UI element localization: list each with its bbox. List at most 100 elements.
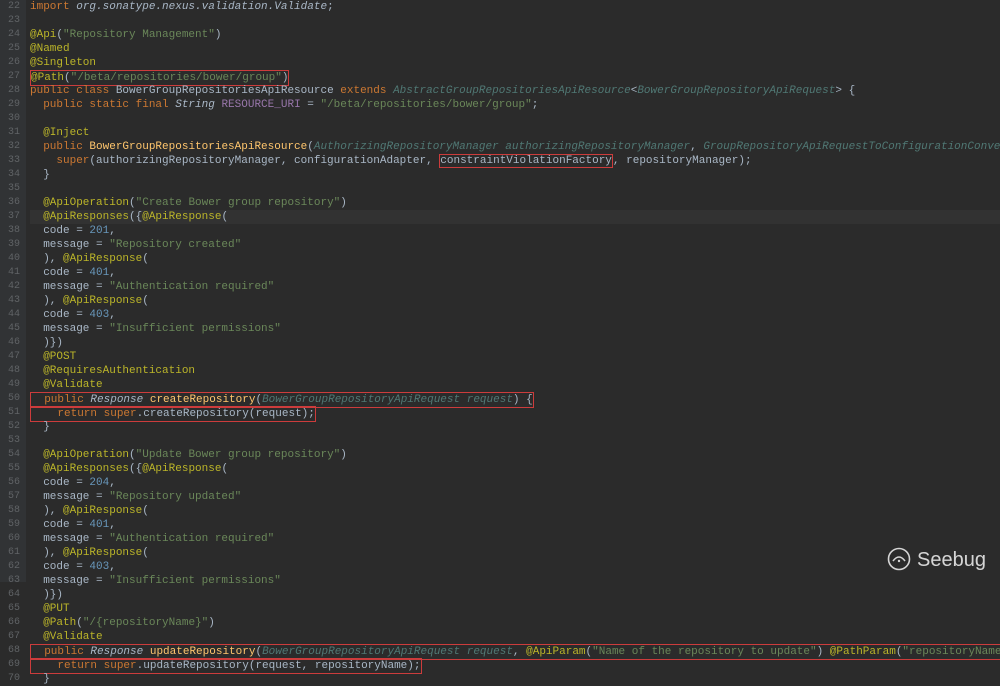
code-line: code = 403,	[30, 308, 1000, 322]
code-line	[30, 14, 1000, 28]
code-line: }	[30, 420, 1000, 434]
code-line: @PUT	[30, 602, 1000, 616]
line-number: 30	[0, 112, 20, 126]
line-number: 24	[0, 28, 20, 42]
code-line: @Singleton	[30, 56, 1000, 70]
line-number: 40	[0, 252, 20, 266]
line-number: 22	[0, 0, 20, 14]
line-number: 55	[0, 462, 20, 476]
line-number: 51	[0, 406, 20, 420]
code-line	[30, 182, 1000, 196]
line-number: 23	[0, 14, 20, 28]
line-number: 70	[0, 672, 20, 686]
code-line: @Inject	[30, 126, 1000, 140]
watermark: Seebug	[887, 547, 986, 572]
line-number: 31	[0, 126, 20, 140]
code-line: @ApiResponses({@ApiResponse(	[30, 462, 1000, 476]
code-line: message = "Authentication required"	[30, 280, 1000, 294]
line-number: 69	[0, 658, 20, 672]
line-number: 59	[0, 518, 20, 532]
line-number: 63	[0, 574, 20, 588]
seebug-logo-icon	[887, 547, 911, 572]
line-number: 53	[0, 434, 20, 448]
code-line: @ApiResponses({@ApiResponse(	[30, 210, 1000, 224]
code-line: code = 401,	[30, 518, 1000, 532]
code-line: )})	[30, 588, 1000, 602]
code-line: code = 403,	[30, 560, 1000, 574]
line-number: 42	[0, 280, 20, 294]
line-number: 39	[0, 238, 20, 252]
code-line: }	[30, 672, 1000, 686]
code-line: public Response createRepository(BowerGr…	[30, 392, 1000, 406]
code-line: return super.updateRepository(request, r…	[30, 658, 1000, 672]
line-number: 34	[0, 168, 20, 182]
line-number: 49	[0, 378, 20, 392]
code-line: }	[30, 168, 1000, 182]
line-number: 43	[0, 294, 20, 308]
line-number: 52	[0, 420, 20, 434]
line-number: 62	[0, 560, 20, 574]
code-line: @POST	[30, 350, 1000, 364]
code-line: @RequiresAuthentication	[30, 364, 1000, 378]
line-number: 58	[0, 504, 20, 518]
line-gutter: 2223242526272829303132333435363738394041…	[0, 0, 26, 582]
code-line: @ApiOperation("Update Bower group reposi…	[30, 448, 1000, 462]
line-number: 37	[0, 210, 20, 224]
line-number: 26	[0, 56, 20, 70]
code-line: super(authorizingRepositoryManager, conf…	[30, 154, 1000, 168]
code-line: public static final String RESOURCE_URI …	[30, 98, 1000, 112]
code-line: @Path("/{repositoryName}")	[30, 616, 1000, 630]
code-line: code = 204,	[30, 476, 1000, 490]
code-line: code = 401,	[30, 266, 1000, 280]
line-number: 64	[0, 588, 20, 602]
code-line: ), @ApiResponse(	[30, 252, 1000, 266]
code-line: message = "Repository created"	[30, 238, 1000, 252]
code-line: ), @ApiResponse(	[30, 504, 1000, 518]
line-number: 36	[0, 196, 20, 210]
code-line	[30, 434, 1000, 448]
line-number: 54	[0, 448, 20, 462]
line-number: 41	[0, 266, 20, 280]
line-number: 45	[0, 322, 20, 336]
line-number: 29	[0, 98, 20, 112]
code-line: @Validate	[30, 378, 1000, 392]
code-line: ), @ApiResponse(	[30, 294, 1000, 308]
code-line: @Validate	[30, 630, 1000, 644]
line-number: 48	[0, 364, 20, 378]
line-number: 67	[0, 630, 20, 644]
code-line: )})	[30, 336, 1000, 350]
code-line: public BowerGroupRepositoriesApiResource…	[30, 140, 1000, 154]
code-line: @Api("Repository Management")	[30, 28, 1000, 42]
line-number: 57	[0, 490, 20, 504]
code-line: @Named	[30, 42, 1000, 56]
code-line: public class BowerGroupRepositoriesApiRe…	[30, 84, 1000, 98]
line-number: 25	[0, 42, 20, 56]
code-line: message = "Insufficient permissions"	[30, 574, 1000, 588]
line-number: 60	[0, 532, 20, 546]
watermark-text: Seebug	[917, 553, 986, 567]
line-number: 50	[0, 392, 20, 406]
line-number: 32	[0, 140, 20, 154]
code-editor: 2223242526272829303132333435363738394041…	[0, 0, 1000, 582]
code-content[interactable]: import org.sonatype.nexus.validation.Val…	[26, 0, 1000, 582]
code-line: return super.createRepository(request);	[30, 406, 1000, 420]
line-number: 44	[0, 308, 20, 322]
line-number: 61	[0, 546, 20, 560]
line-number: 38	[0, 224, 20, 238]
code-line: message = "Insufficient permissions"	[30, 322, 1000, 336]
line-number: 27	[0, 70, 20, 84]
line-number: 56	[0, 476, 20, 490]
line-number: 33	[0, 154, 20, 168]
code-line: ), @ApiResponse(	[30, 546, 1000, 560]
line-number: 47	[0, 350, 20, 364]
code-line: @ApiOperation("Create Bower group reposi…	[30, 196, 1000, 210]
code-line: public Response updateRepository(BowerGr…	[30, 644, 1000, 658]
code-line: message = "Authentication required"	[30, 532, 1000, 546]
code-line: @Path("/beta/repositories/bower/group")	[30, 70, 1000, 84]
line-number: 46	[0, 336, 20, 350]
line-number: 28	[0, 84, 20, 98]
line-number: 68	[0, 644, 20, 658]
code-line	[30, 112, 1000, 126]
code-line: code = 201,	[30, 224, 1000, 238]
code-line: message = "Repository updated"	[30, 490, 1000, 504]
